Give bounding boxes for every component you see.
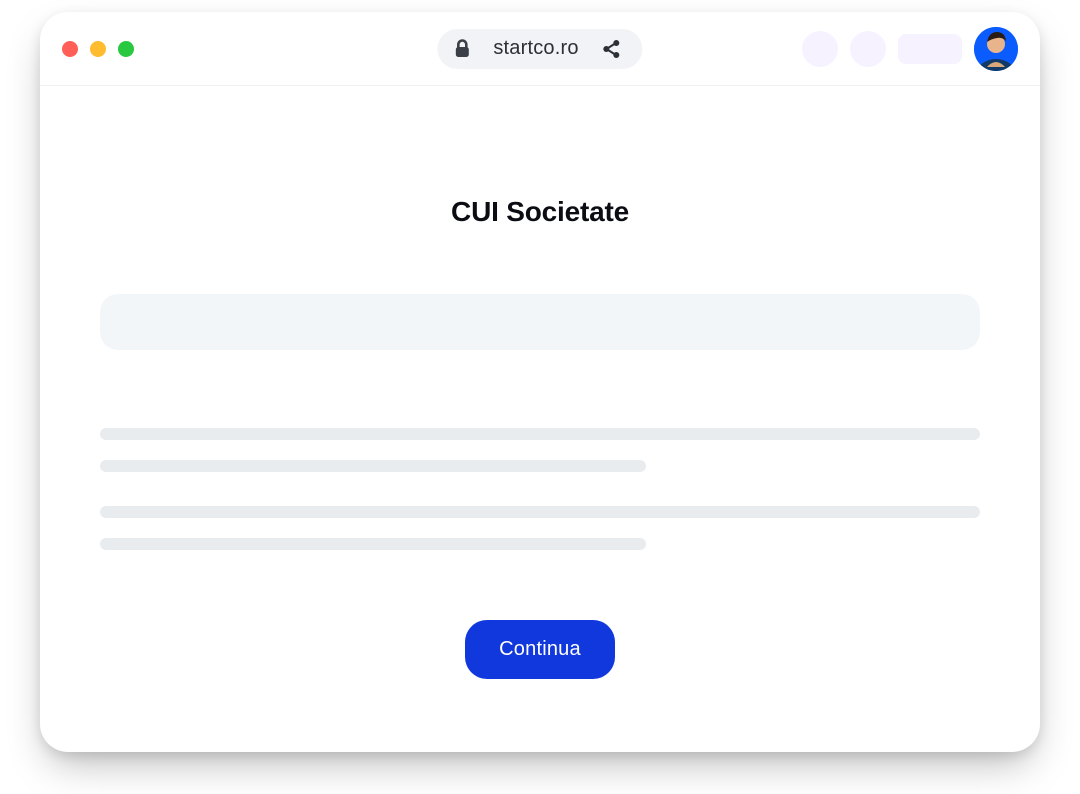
lock-icon	[453, 39, 471, 59]
url-text: startco.ro	[493, 37, 578, 60]
address-bar-group: startco.ro	[437, 29, 642, 69]
titlebar: startco.ro	[40, 12, 1040, 86]
window-controls	[62, 41, 134, 57]
header-right-cluster	[802, 27, 1018, 71]
continue-button[interactable]: Continua	[465, 620, 615, 679]
skeleton-line	[100, 460, 646, 472]
maximize-window-button[interactable]	[118, 41, 134, 57]
header-placeholder-rect	[898, 34, 962, 64]
page-title: CUI Societate	[451, 196, 629, 228]
header-placeholder-circle-2	[850, 31, 886, 67]
browser-window: startco.ro	[40, 12, 1040, 752]
description-skeleton	[100, 428, 980, 570]
cui-input[interactable]	[100, 294, 980, 350]
close-window-button[interactable]	[62, 41, 78, 57]
skeleton-line	[100, 428, 980, 440]
main-content: CUI Societate Continua	[40, 86, 1040, 679]
skeleton-line	[100, 506, 980, 518]
skeleton-line	[100, 538, 646, 550]
header-placeholder-circle-1	[802, 31, 838, 67]
share-icon[interactable]	[601, 38, 623, 60]
avatar[interactable]	[974, 27, 1018, 71]
address-bar[interactable]: startco.ro	[437, 29, 642, 69]
minimize-window-button[interactable]	[90, 41, 106, 57]
